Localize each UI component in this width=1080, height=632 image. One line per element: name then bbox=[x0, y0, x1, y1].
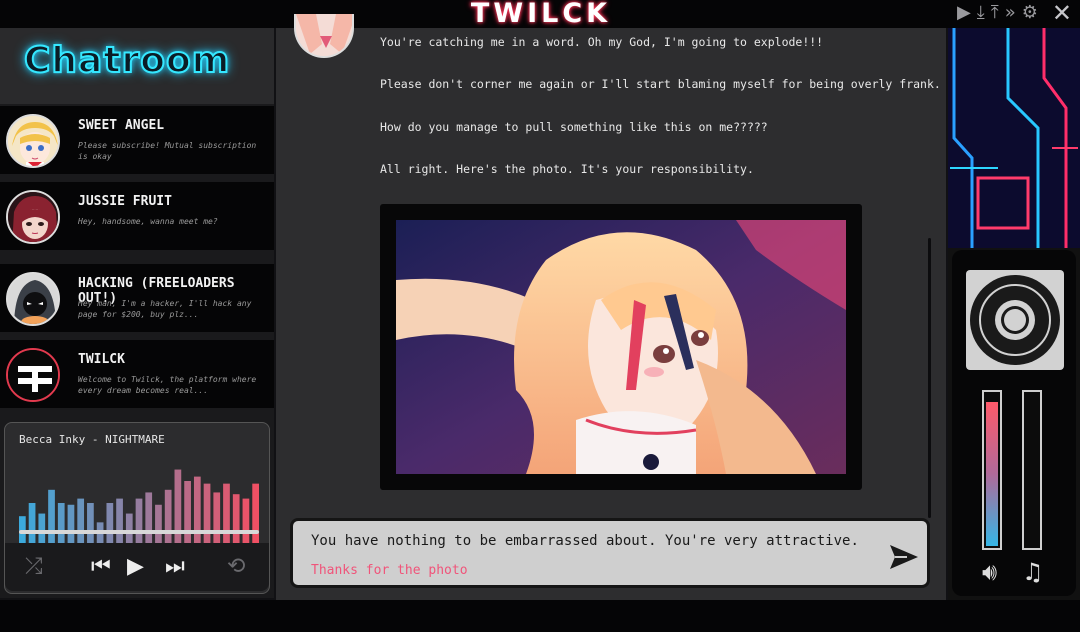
previous-icon[interactable]: ⏮ bbox=[91, 555, 111, 579]
play-icon[interactable]: ▶ bbox=[957, 3, 971, 23]
audio-panel: 🔊︎ ♫ bbox=[952, 250, 1076, 596]
message-suggestion[interactable]: Thanks for the photo bbox=[311, 563, 468, 578]
fast-forward-icon[interactable]: » bbox=[1005, 3, 1016, 23]
download-icon[interactable]: ⤓ bbox=[977, 3, 985, 23]
equalizer-bar bbox=[242, 498, 250, 547]
shuffle-icon[interactable]: ⤮ bbox=[25, 555, 43, 579]
contact-name: JUSSIE FRUIT bbox=[78, 194, 172, 209]
music-note-icon[interactable]: ♫ bbox=[1022, 558, 1044, 586]
contact-preview: Welcome to Twilck, the platform where ev… bbox=[78, 375, 257, 395]
gear-icon[interactable]: ⚙ bbox=[1022, 3, 1038, 23]
equalizer-bar bbox=[87, 503, 94, 547]
equalizer-bar bbox=[232, 494, 240, 547]
bottom-bar bbox=[0, 600, 1080, 632]
music-player: Becca Inky - NIGHTMARE ⤮ ⏮ ▶ ⏭ ⟲ bbox=[4, 422, 270, 594]
contact-preview: Hey, handsome, wanna meet me? bbox=[78, 217, 218, 226]
chat-panel: You're catching me in a word. Oh my God,… bbox=[276, 14, 946, 600]
window-controls: ▶ ⤓ ⤒ » ⚙ ✕ bbox=[957, 1, 1072, 25]
equalizer-bar bbox=[57, 503, 65, 547]
title-bar: TWILCK ▶ ⤓ ⤒ » ⚙ ✕ bbox=[0, 0, 1080, 29]
right-panel: 🔊︎ ♫ bbox=[948, 28, 1080, 600]
equalizer-bar bbox=[252, 483, 259, 547]
music-meter[interactable] bbox=[1022, 390, 1042, 550]
contact-item-jussie-fruit[interactable]: JUSSIE FRUIT Hey, handsome, wanna meet m… bbox=[0, 182, 274, 250]
equalizer-bar bbox=[67, 504, 75, 547]
chat-message: How do you manage to pull something like… bbox=[380, 120, 768, 134]
contact-preview: Please subscribe! Mutual subscription is… bbox=[78, 141, 257, 161]
contact-item-sweet-angel[interactable]: SWEET ANGEL Please subscribe! Mutual sub… bbox=[0, 106, 274, 174]
close-icon[interactable]: ✕ bbox=[1052, 1, 1072, 25]
track-title: Becca Inky - NIGHTMARE bbox=[19, 433, 165, 446]
neon-background-image bbox=[948, 28, 1080, 248]
photo-attachment[interactable] bbox=[380, 204, 862, 490]
equalizer-bar bbox=[193, 476, 201, 547]
equalizer-bar bbox=[135, 498, 143, 547]
equalizer-bar bbox=[184, 481, 191, 547]
equalizer-bar bbox=[145, 492, 153, 547]
track-progress-bar[interactable] bbox=[19, 530, 259, 534]
chat-scrollbar[interactable] bbox=[928, 238, 931, 518]
volume-meter[interactable] bbox=[982, 390, 1002, 550]
photo-image bbox=[396, 220, 846, 474]
message-composer[interactable]: You have nothing to be embarrassed about… bbox=[290, 518, 930, 588]
equalizer-bar bbox=[28, 503, 36, 547]
app-window: TWILCK ▶ ⤓ ⤒ » ⚙ ✕ Chatroom SWEET ANGEL … bbox=[0, 0, 1080, 632]
upload-icon[interactable]: ⤒ bbox=[991, 3, 999, 23]
equalizer-bar bbox=[116, 498, 123, 547]
contact-item-hacking[interactable]: HACKING (FREELOADERS OUT!) Hey man, I'm … bbox=[0, 264, 274, 332]
message-input-text[interactable]: You have nothing to be embarrassed about… bbox=[311, 533, 859, 549]
player-controls: ⤮ ⏮ ▶ ⏭ ⟲ bbox=[5, 543, 269, 591]
avatar bbox=[6, 114, 60, 168]
chatroom-title: Chatroom bbox=[0, 28, 274, 104]
chat-message: Please don't corner me again or I'll sta… bbox=[380, 77, 941, 91]
disc-icon bbox=[966, 270, 1064, 370]
equalizer-bar bbox=[203, 483, 211, 547]
twilck-logo-icon bbox=[6, 348, 60, 402]
contact-name: TWILCK bbox=[78, 352, 125, 367]
next-icon[interactable]: ⏭ bbox=[165, 555, 185, 579]
equalizer-bar bbox=[174, 469, 182, 547]
equalizer-bar bbox=[106, 503, 114, 547]
chat-message: You're catching me in a word. Oh my God,… bbox=[380, 35, 824, 49]
repeat-icon[interactable]: ⟲ bbox=[227, 555, 245, 579]
speaker-icon[interactable]: 🔊︎ bbox=[982, 558, 997, 586]
equalizer-bar bbox=[223, 483, 230, 547]
app-logo: TWILCK bbox=[470, 0, 612, 29]
contact-name: SWEET ANGEL bbox=[78, 118, 165, 133]
contact-item-twilck[interactable]: TWILCK Welcome to Twilck, the platform w… bbox=[0, 340, 274, 408]
equalizer-bar bbox=[213, 492, 221, 547]
avatar bbox=[294, 14, 354, 58]
avatar bbox=[6, 272, 60, 326]
chatroom-title-text: Chatroom bbox=[23, 39, 231, 82]
equalizer-bar bbox=[155, 504, 162, 547]
contact-preview: Hey man, I'm a hacker, I'll hack any pag… bbox=[78, 299, 252, 319]
equalizer-bar bbox=[164, 489, 172, 547]
avatar bbox=[6, 190, 60, 244]
equalizer-bar bbox=[77, 498, 85, 547]
send-icon[interactable] bbox=[889, 543, 919, 571]
play-icon[interactable]: ▶ bbox=[127, 555, 144, 579]
equalizer-bar bbox=[48, 489, 55, 547]
chat-message: All right. Here's the photo. It's your r… bbox=[380, 162, 754, 176]
